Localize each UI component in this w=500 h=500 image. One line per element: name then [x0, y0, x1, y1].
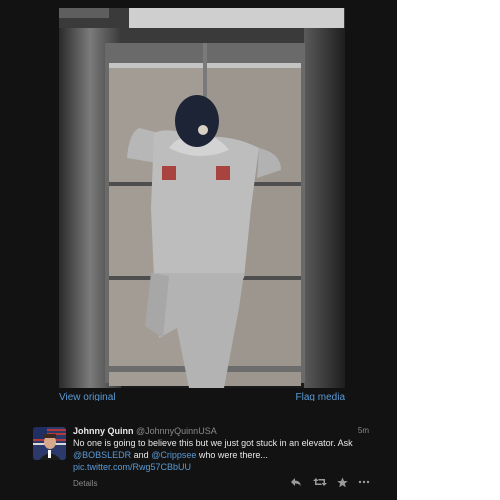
- tweet-photo[interactable]: [59, 8, 345, 388]
- tweet-text-part: and: [131, 450, 152, 460]
- retweet-icon[interactable]: [313, 477, 327, 490]
- favorite-icon[interactable]: [337, 477, 348, 491]
- user-name[interactable]: Johnny Quinn: [73, 426, 134, 436]
- mention-link[interactable]: @BOBSLEDR: [73, 450, 131, 460]
- pic-link[interactable]: pic.twitter.com/Rwg57CBbUU: [73, 462, 191, 472]
- tweet-text: No one is going to believe this but we j…: [73, 437, 373, 473]
- more-icon[interactable]: [358, 477, 370, 490]
- tweet-header: Johnny Quinn @JohnnyQuinnUSA: [73, 426, 217, 436]
- user-handle[interactable]: @JohnnyQuinnUSA: [136, 426, 217, 436]
- mention-link[interactable]: @Crippsee: [151, 450, 196, 460]
- details-link[interactable]: Details: [73, 479, 97, 488]
- elevator-photo-image: [59, 8, 345, 388]
- tweet-timestamp[interactable]: 5m: [358, 426, 369, 435]
- media-links-bar: View original Flag media: [59, 391, 345, 401]
- flag-media-link[interactable]: Flag media: [296, 391, 345, 401]
- view-original-link[interactable]: View original: [59, 391, 116, 401]
- tweet-text-part: No one is going to believe this but we j…: [73, 438, 353, 448]
- tweet-text-part: who were there...: [196, 450, 268, 460]
- reply-icon[interactable]: [290, 477, 302, 490]
- user-avatar-image: [33, 427, 66, 460]
- media-modal: View original Flag media Johnny Quinn @J…: [0, 0, 397, 500]
- avatar[interactable]: [33, 427, 66, 460]
